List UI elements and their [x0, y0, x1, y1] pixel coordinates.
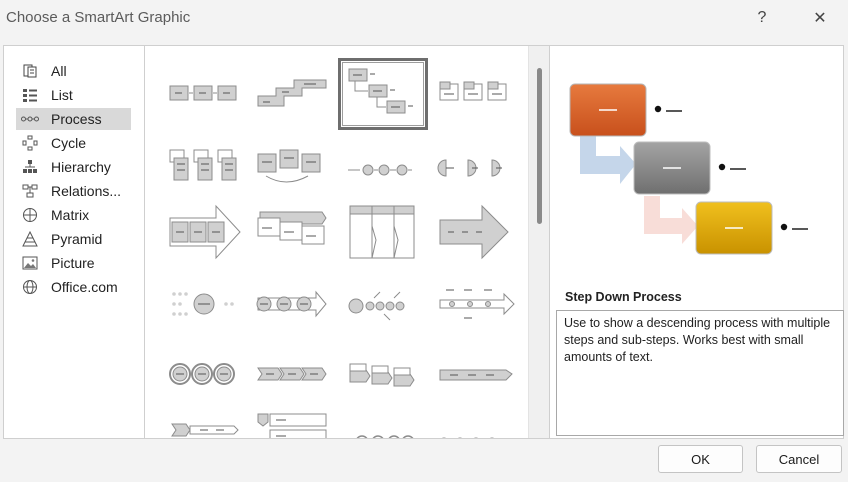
- title-bar: Choose a SmartArt Graphic ? ✕: [0, 0, 848, 36]
- layout-circle-process[interactable]: [338, 136, 428, 208]
- category-label: Process: [51, 111, 102, 127]
- gallery-scrollbar[interactable]: [528, 46, 550, 438]
- layout-step-up-process[interactable]: [246, 58, 336, 130]
- category-label: Office.com: [51, 279, 118, 295]
- scrollbar-thumb[interactable]: [537, 68, 542, 224]
- all-icon: [21, 63, 39, 79]
- layout-vertical-chevron[interactable]: [246, 404, 336, 438]
- hierarchy-icon: [21, 159, 39, 175]
- category-label: Hierarchy: [51, 159, 111, 175]
- picture-icon: [21, 255, 39, 271]
- pyramid-icon: [21, 231, 39, 247]
- close-button[interactable]: ✕: [804, 4, 836, 32]
- category-picture[interactable]: Picture: [16, 252, 131, 274]
- category-label: Matrix: [51, 207, 90, 223]
- category-label: List: [51, 87, 73, 103]
- category-process[interactable]: Process: [16, 108, 131, 130]
- layout-process-arrows[interactable]: [246, 200, 336, 272]
- layout-gallery: [146, 46, 528, 438]
- layout-circle-arrow-process[interactable]: [246, 272, 336, 344]
- cancel-button[interactable]: Cancel: [756, 445, 842, 473]
- category-matrix[interactable]: Matrix: [16, 204, 131, 226]
- preview-pane: Step Down Process Use to show a descendi…: [552, 46, 844, 438]
- ok-button[interactable]: OK: [658, 445, 743, 473]
- dialog-title: Choose a SmartArt Graphic: [6, 9, 191, 26]
- dialog-body: All List Process Cycle Hierarchy Relatio…: [3, 45, 844, 439]
- layout-basic-process[interactable]: [160, 58, 250, 130]
- preview-description: Use to show a descending process with mu…: [556, 310, 844, 436]
- category-label: Picture: [51, 255, 95, 271]
- category-label: All: [51, 63, 67, 79]
- layout-accent-process[interactable]: [432, 58, 522, 130]
- layout-arrow-ribbon[interactable]: [338, 272, 428, 344]
- layout-chevron-list[interactable]: [160, 404, 250, 438]
- layout-converging-circles[interactable]: [160, 272, 250, 344]
- list-icon: [21, 87, 39, 103]
- category-office-com[interactable]: Office.com: [16, 276, 131, 298]
- smartart-dialog: Choose a SmartArt Graphic ? ✕ All List P…: [0, 0, 848, 482]
- layout-alternating-flow[interactable]: [160, 136, 250, 208]
- category-label: Relations...: [51, 183, 122, 199]
- layout-continuous-block[interactable]: [246, 136, 336, 208]
- process-icon: [21, 111, 39, 127]
- preview-title: Step Down Process: [565, 290, 682, 304]
- category-label: Cycle: [51, 135, 87, 151]
- category-all[interactable]: All: [16, 60, 131, 82]
- category-pyramid[interactable]: Pyramid: [16, 228, 131, 250]
- category-cycle[interactable]: Cycle: [16, 132, 131, 154]
- layout-timeline[interactable]: [432, 272, 522, 344]
- help-button[interactable]: ?: [746, 4, 778, 32]
- layout-step-down-process[interactable]: [338, 58, 428, 130]
- layout-pie-process[interactable]: [432, 136, 522, 208]
- layout-staggered-process[interactable]: [338, 200, 428, 272]
- layout-upward-arrow[interactable]: [432, 200, 522, 272]
- matrix-icon: [21, 207, 39, 223]
- relationship-icon: [21, 183, 39, 199]
- category-list: All List Process Cycle Hierarchy Relatio…: [4, 46, 145, 438]
- layout-arrow-row[interactable]: [432, 404, 522, 438]
- cycle-icon: [21, 135, 39, 151]
- category-label: Pyramid: [51, 231, 103, 247]
- category-relationship[interactable]: Relations...: [16, 180, 131, 202]
- layout-circle-row[interactable]: [338, 404, 428, 438]
- preview-graphic: [569, 83, 808, 255]
- category-list-item[interactable]: List: [16, 84, 131, 106]
- category-hierarchy[interactable]: Hierarchy: [16, 156, 131, 178]
- layout-block-arrow-process[interactable]: [160, 200, 250, 272]
- globe-icon: [21, 279, 39, 295]
